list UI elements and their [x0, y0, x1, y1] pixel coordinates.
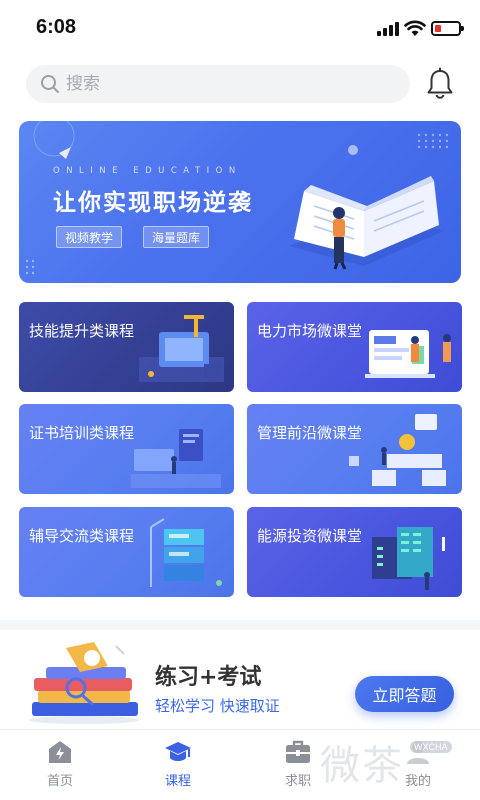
tab-courses[interactable]: 课程 — [118, 730, 238, 800]
practice-title: 练习+考试 — [155, 665, 262, 690]
section-divider — [0, 620, 480, 630]
course-card-energy-investment[interactable]: 能源投资微课堂 — [247, 507, 462, 597]
search-input[interactable] — [66, 65, 396, 103]
battery-icon — [431, 21, 464, 36]
watermark-badge: WXCHA — [410, 741, 452, 753]
course-label: 辅导交流类课程 — [29, 527, 135, 545]
tab-home[interactable]: 首页 — [0, 730, 120, 800]
course-label: 能源投资微课堂 — [257, 527, 363, 545]
briefcase-icon — [286, 740, 310, 763]
search-icon — [41, 75, 59, 93]
graduation-cap-icon — [165, 742, 191, 761]
course-label: 电力市场微课堂 — [257, 322, 363, 340]
power-market-illustration — [365, 330, 451, 378]
energy-investment-illustration — [372, 527, 445, 590]
banner-tag-questions: 海量题库 — [143, 226, 210, 248]
banner-eyebrow: ONLINE EDUCATION — [53, 166, 242, 176]
course-label: 证书培训类课程 — [29, 424, 135, 442]
course-label: 管理前沿微课堂 — [257, 424, 363, 442]
signal-icon — [377, 22, 399, 36]
course-card-certificate[interactable]: 证书培训类课程 — [19, 404, 234, 494]
course-card-skills[interactable]: 技能提升类课程 — [19, 302, 234, 392]
practice-subtitle: 轻松学习 快速取证 — [155, 697, 280, 715]
books-illustration — [29, 642, 139, 724]
course-card-management[interactable]: 管理前沿微课堂 — [247, 404, 462, 494]
start-answering-button[interactable]: 立即答题 — [355, 676, 454, 712]
bell-icon[interactable] — [425, 67, 455, 101]
wifi-icon — [404, 20, 426, 36]
tab-label: 课程 — [164, 774, 191, 789]
course-card-power-market[interactable]: 电力市场微课堂 — [247, 302, 462, 392]
certificate-illustration — [131, 429, 221, 488]
management-illustration — [349, 414, 446, 486]
banner-headline: 让你实现职场逆袭 — [53, 190, 253, 216]
battery-level — [435, 25, 441, 32]
banner-tag-video: 视频教学 — [56, 226, 123, 248]
bottom-tab-bar: 首页 课程 求职 我的 — [0, 729, 480, 800]
tab-label: 首页 — [46, 774, 73, 789]
search-bar[interactable] — [26, 65, 410, 103]
watermark: 微茶 — [320, 743, 404, 789]
home-icon — [49, 741, 71, 763]
tutoring-illustration — [150, 518, 222, 587]
course-label: 技能提升类课程 — [29, 322, 135, 340]
skills-illustration — [139, 315, 224, 382]
course-card-tutoring[interactable]: 辅导交流类课程 — [19, 507, 234, 597]
status-time: 6:08 — [36, 16, 77, 38]
promo-banner[interactable]: ONLINE EDUCATION 让你实现职场逆袭 视频教学 海量题库 — [19, 121, 461, 283]
status-bar: 6:08 — [0, 0, 480, 56]
